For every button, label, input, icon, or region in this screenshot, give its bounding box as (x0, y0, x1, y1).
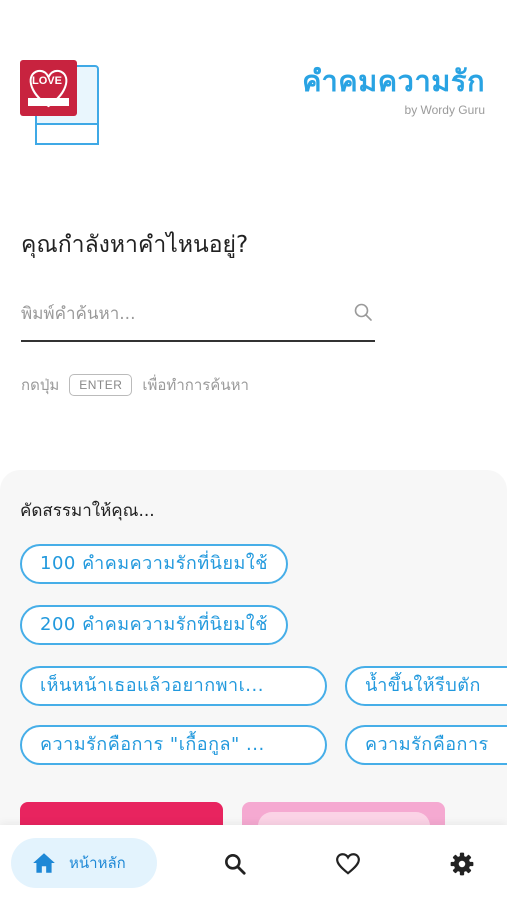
suggestion-chip[interactable]: ความรักคือการ "เกื้อกูล" ... (20, 725, 327, 765)
logo-text: LOVE (32, 75, 62, 87)
app-title: คำคมความรัก (302, 64, 485, 98)
enter-key-badge: ENTER (69, 374, 133, 396)
app-subtitle: by Wordy Guru (404, 103, 485, 117)
search-icon[interactable] (353, 302, 373, 322)
suggestion-chip[interactable]: น้ำขึ้นให้รีบตัก (345, 666, 507, 706)
search-icon[interactable] (222, 851, 248, 877)
search-box (21, 292, 375, 342)
nav-home-label: หน้าหลัก (69, 854, 126, 872)
suggestion-chip[interactable]: 200 คำคมความรักที่นิยมใช้ (20, 605, 288, 645)
suggestion-chip[interactable]: ความรักคือการ (345, 725, 507, 765)
app-logo: LOVE (20, 60, 100, 145)
suggestions-title: คัดสรรมาให้คุณ... (20, 501, 155, 521)
suggestion-chip[interactable]: 100 คำคมความรักที่นิยมใช้ (20, 544, 288, 584)
search-heading: คุณกำลังหาคำไหนอยู่? (21, 232, 249, 258)
bottom-nav: หน้าหลัก (0, 825, 507, 900)
nav-home-tab[interactable]: หน้าหลัก (11, 838, 157, 888)
home-icon (31, 850, 57, 876)
gear-icon[interactable] (449, 851, 475, 877)
suggestions-panel: คัดสรรมาให้คุณ... 100 คำคมความรักที่นิยม… (0, 470, 507, 830)
suggestion-chip[interactable]: เห็นหน้าเธอแล้วอยากพาเ... (20, 666, 327, 706)
heart-icon[interactable] (335, 851, 361, 877)
search-input[interactable] (21, 296, 341, 332)
hint-before: กดปุ่ม (21, 376, 60, 394)
hint-after: เพื่อทำการค้นหา (142, 376, 249, 394)
search-hint: กดปุ่ม ENTER เพื่อทำการค้นหา (21, 373, 249, 397)
